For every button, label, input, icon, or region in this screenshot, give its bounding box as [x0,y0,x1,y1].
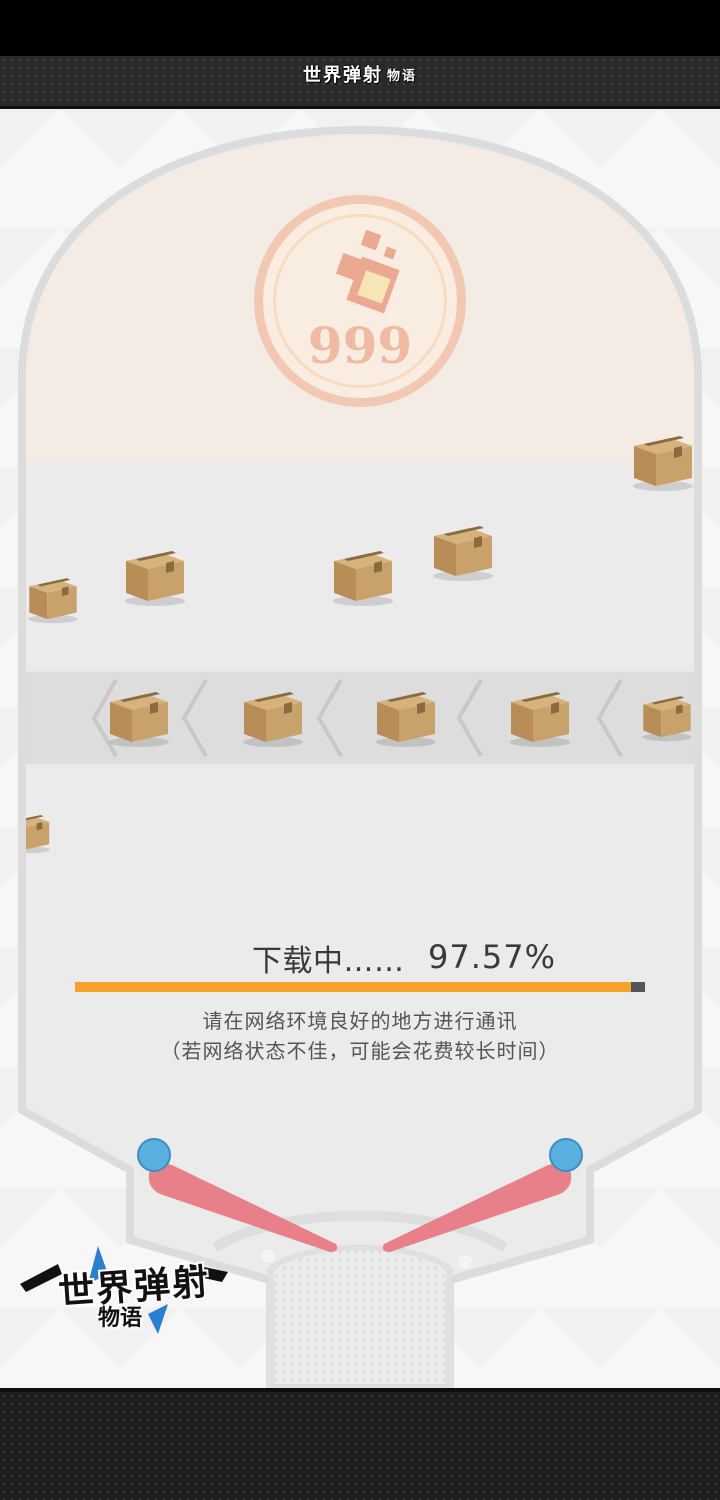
top-logo-text: 世界弹射 [302,65,383,86]
top-logo: 世界弹射 物语 [290,56,430,92]
conveyor-box-5 [507,682,573,748]
game-logo: 世界弹射 物语 [18,1244,230,1340]
loading-percent: 97.57% [428,938,557,976]
box-2 [430,516,496,582]
progress-bar [75,982,645,992]
box-6 [26,798,72,864]
game-logo-sub: 物语 [98,1306,143,1331]
right-flipper-pivot [549,1138,583,1172]
box-1 [630,426,696,492]
conveyor-box-6 [640,682,694,748]
bottom-banner [0,1388,720,1500]
box-5 [26,564,80,630]
conveyor-box-2 [106,682,172,748]
left-flipper-pivot [137,1138,171,1172]
box-4 [330,541,396,607]
progress-bar-fill [75,982,632,992]
loading-label: 下载中…… [252,944,405,979]
box-3 [122,541,188,607]
conveyor-box-3 [240,682,306,748]
conveyor-box-1 [26,682,40,748]
gem-icon [335,229,400,314]
status-bar [0,0,720,56]
level-emblem: 999 [254,195,466,407]
emblem-count: 999 [307,316,413,375]
conveyor-box-4 [373,682,439,748]
network-notice-line1: 请在网络环境良好的地方进行通讯 [202,1009,518,1033]
network-notice-line2: （若网络状态不佳，可能会花费较长时间） [160,1039,560,1063]
top-logo-sub: 物语 [386,68,417,84]
